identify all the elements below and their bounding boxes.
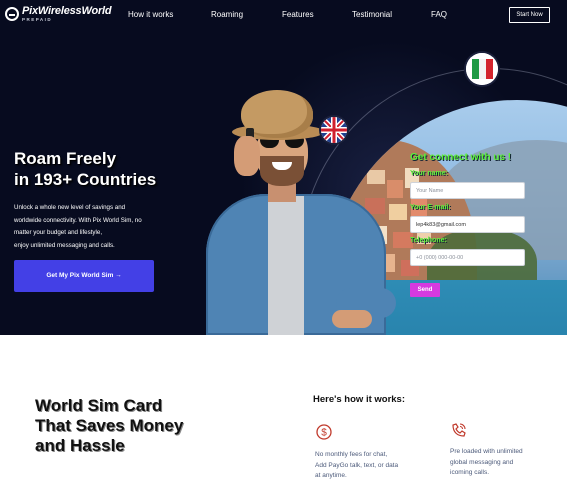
logo-icon (5, 7, 19, 21)
nav-link-testimonial[interactable]: Testimonial (352, 10, 392, 19)
nav-link-faq[interactable]: FAQ (431, 10, 447, 19)
uk-flag-icon (321, 117, 347, 143)
hero-description: Unlock a whole new level of savings and … (14, 204, 142, 249)
logo-subtitle: PREPAID (22, 17, 53, 22)
send-button[interactable]: Send (410, 283, 440, 297)
phone-input[interactable] (410, 249, 525, 266)
phone-label: Telephone: (410, 237, 447, 244)
how-it-works-heading: Here's how it works: (313, 394, 406, 405)
email-input[interactable] (410, 216, 525, 233)
nav-link-how-it-works[interactable]: How it works (128, 10, 173, 19)
get-sim-button[interactable]: Get My Pix World Sim → (14, 260, 154, 292)
man-on-phone-image (196, 88, 396, 335)
feature-text-messaging: Pre loaded with unlimited global messagi… (450, 448, 523, 476)
feature-text-fees: No monthly fees for chat, Add PayGo talk… (315, 451, 399, 479)
hero-title: Roam Freely in 193+ Countries (14, 149, 157, 189)
form-title: Get connect with us ! (410, 152, 512, 163)
name-input[interactable] (410, 182, 525, 199)
phone-call-icon (450, 421, 468, 439)
start-now-button[interactable]: Start Now (509, 7, 550, 23)
email-label: Your E-mail: (410, 204, 451, 211)
nav-link-roaming[interactable]: Roaming (211, 10, 243, 19)
name-label: Your name: (410, 170, 448, 177)
section-title: World Sim Card That Saves Money and Hass… (35, 396, 184, 455)
italy-flag-icon (466, 53, 498, 85)
hero-section: PixWirelessWorld PREPAID How it works Ro… (0, 0, 567, 335)
top-navigation: PixWirelessWorld PREPAID How it works Ro… (0, 0, 567, 30)
logo[interactable]: PixWirelessWorld PREPAID (5, 5, 112, 23)
svg-text:$: $ (321, 428, 327, 439)
dollar-icon: $ (315, 423, 333, 441)
logo-text: PixWirelessWorld (22, 5, 112, 17)
nav-link-features[interactable]: Features (282, 10, 314, 19)
